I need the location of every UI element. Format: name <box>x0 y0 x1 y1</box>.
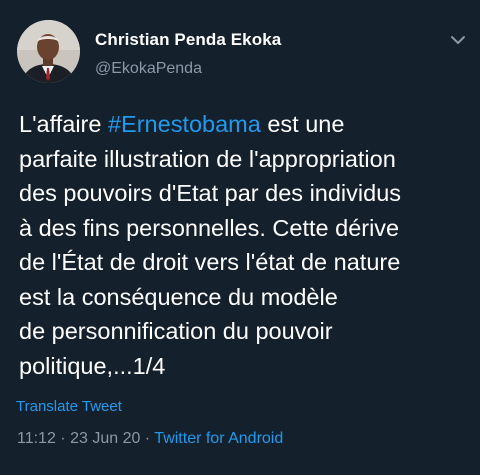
meta-separator: · <box>55 430 71 447</box>
tweet-text-line: parfaite illustration de l'appropriation <box>19 145 396 172</box>
author-name[interactable]: Christian Penda Ekoka <box>95 30 281 50</box>
meta-separator: · <box>140 430 155 447</box>
tweet-text-fragment: L'affaire <box>19 111 108 137</box>
tweet-text-line: L'affaire #Ernestobama est une <box>19 107 474 142</box>
tweet-text-line: de l'État de droit vers l'état de nature <box>19 249 401 275</box>
tweet-source-link[interactable]: Twitter for Android <box>154 430 283 447</box>
translate-tweet-link[interactable]: Translate Tweet <box>16 398 122 415</box>
tweet-text-line: à des fins personnelles. Cette dérive <box>19 214 400 241</box>
tweet-text-line: est la conséquence du modèle <box>19 283 338 310</box>
tweet-text: L'affaire #Ernestobama est une parfaite … <box>19 107 474 383</box>
hashtag-link[interactable]: #Ernestobama <box>108 111 261 137</box>
tweet-text-line: politique,...1/4 <box>19 352 166 379</box>
tweet-text-line: des pouvoirs d'Etat par des individus <box>19 180 402 206</box>
tweet-text-line: de personnification du pouvoir <box>19 318 333 344</box>
tweet-card: Christian Penda Ekoka @EkokaPenda L'affa… <box>0 0 480 475</box>
profile-photo-icon <box>17 20 80 83</box>
author-handle[interactable]: @EkokaPenda <box>95 60 202 78</box>
tweet-meta: 11:12 · 23 Jun 20 · Twitter for Android <box>17 430 283 448</box>
chevron-down-icon[interactable] <box>446 28 470 52</box>
tweet-text-fragment: est une <box>260 111 345 137</box>
tweet-date[interactable]: 23 Jun 20 <box>70 430 140 447</box>
avatar[interactable] <box>17 20 80 83</box>
tweet-time[interactable]: 11:12 <box>17 430 56 447</box>
